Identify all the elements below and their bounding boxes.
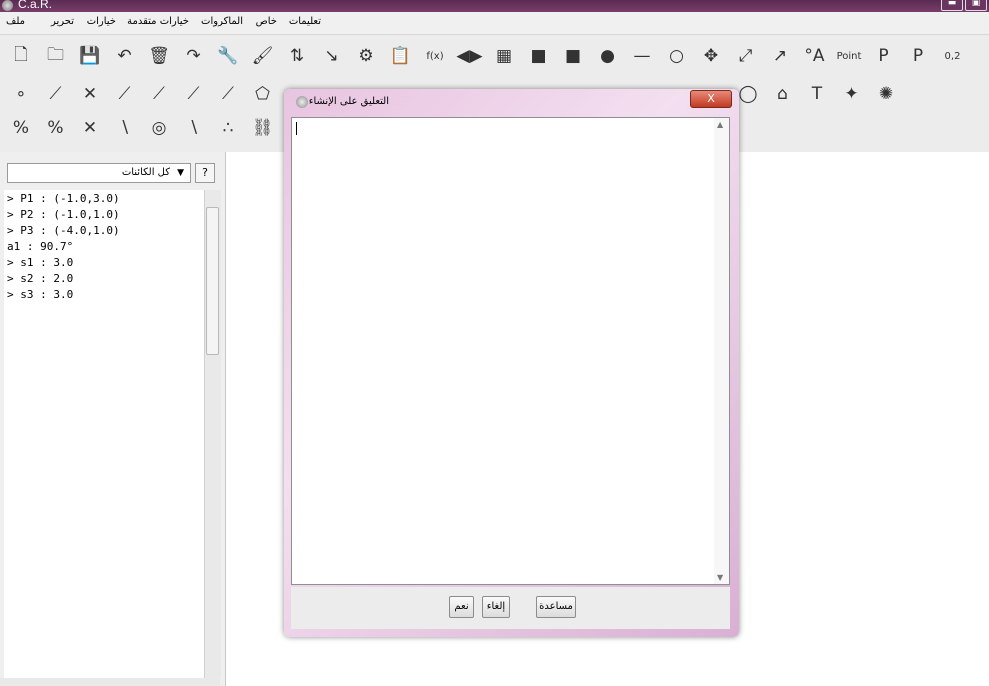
intersection-tool-icon[interactable]: ✕ [77, 81, 103, 107]
delete-icon[interactable]: 🗑 [146, 43, 172, 69]
circle-icon[interactable]: ○ [664, 43, 690, 69]
film-icon[interactable]: ▦ [491, 43, 517, 69]
ray-tool-icon[interactable]: ⟋ [146, 81, 172, 107]
function-icon[interactable]: f(x) [422, 43, 448, 69]
dialog-app-icon [296, 96, 308, 108]
vector-tool-icon[interactable]: ⟋ [215, 81, 241, 107]
maximize-button[interactable]: ▣ [965, 0, 987, 11]
minimize-button[interactable]: ▬ [941, 0, 963, 11]
dialog-help-button[interactable]: مساعدة [536, 596, 576, 618]
object-filter-value: كل الكائنات [121, 167, 170, 178]
object-list-scrollbar[interactable] [204, 190, 221, 678]
transform-icon[interactable]: ✥ [698, 43, 724, 69]
list-item[interactable]: a1 : 90.7° [7, 240, 73, 253]
large-p-icon[interactable]: P [871, 43, 897, 69]
dialog-close-button[interactable]: X [690, 90, 732, 108]
small-p-icon[interactable]: P [905, 43, 931, 69]
menu-edit[interactable]: تحرير [51, 16, 74, 27]
cancel-button[interactable]: إلغاء [482, 596, 510, 618]
midpoint-tool-icon[interactable]: % [8, 115, 34, 141]
perpendicular-tool-icon[interactable]: % [43, 115, 69, 141]
point-name-icon[interactable]: Point [836, 43, 862, 69]
macro-icon[interactable]: ⚙ [353, 43, 379, 69]
window-controls: ▬ ▣ [941, 0, 987, 11]
text-tool-icon[interactable]: T [804, 81, 830, 107]
menu-file[interactable]: ملف [6, 16, 25, 27]
list-item[interactable]: > P3 : (-4.0,1.0) [7, 224, 120, 237]
open-file-icon[interactable]: 🗀 [43, 43, 69, 69]
dialog-title: التعليق على الإنشاء [308, 96, 389, 107]
filled-square-icon[interactable]: ■ [526, 43, 552, 69]
redo-icon[interactable]: ↷ [181, 43, 207, 69]
circle-center-tool-icon[interactable]: ◎ [146, 115, 172, 141]
move-point-icon[interactable]: ↘ [319, 43, 345, 69]
clipboard-icon[interactable]: 📋 [388, 43, 414, 69]
list-item[interactable]: > P1 : (-1.0,3.0) [7, 192, 120, 205]
object-panel: كل الكائنات ▼ ? > P1 : (-1.0,3.0) > P2 :… [0, 152, 226, 686]
area-tool-icon[interactable]: ⌂ [770, 81, 796, 107]
window-title: C.a.R. [18, 0, 53, 11]
parallel-tool-icon[interactable]: ⟋ [181, 81, 207, 107]
point-label-icon[interactable]: °A [802, 43, 828, 69]
textarea-scrollbar[interactable]: ▲ ▼ [714, 118, 729, 584]
list-item[interactable]: > s3 : 3.0 [7, 288, 73, 301]
ok-button[interactable]: نعم [449, 596, 474, 618]
menu-special[interactable]: خاص [256, 16, 277, 27]
line-tool-icon[interactable]: ⟋ [112, 81, 138, 107]
menu-options[interactable]: خيارات [87, 16, 116, 27]
point-tool-icon[interactable]: ∘ [8, 81, 34, 107]
comment-textarea[interactable]: ▲ ▼ [291, 117, 730, 585]
cross-tool-icon[interactable]: ✕ [77, 115, 103, 141]
paint-icon[interactable]: 🖌 [250, 43, 276, 69]
wrench-icon[interactable]: 🔧 [215, 43, 241, 69]
scrollbar-thumb[interactable] [206, 207, 219, 355]
line-style-icon[interactable]: — [629, 43, 655, 69]
object-list[interactable]: > P1 : (-1.0,3.0) > P2 : (-1.0,1.0) > P3… [4, 190, 204, 680]
polygon-tool-icon[interactable]: ⬠ [250, 81, 276, 107]
menu-bar: ملف تحرير خيارات خيارات متقدمة الماكروات… [0, 12, 989, 35]
list-item[interactable]: > P2 : (-1.0,1.0) [7, 208, 120, 221]
settings-gear-icon[interactable]: ✺ [873, 81, 899, 107]
double-arrow-icon[interactable]: ⤢ [733, 43, 759, 69]
object-filter-select[interactable]: كل الكائنات ▼ [7, 163, 191, 183]
magic-wand-icon[interactable]: ✦ [839, 81, 865, 107]
list-item[interactable]: > s2 : 2.0 [7, 272, 73, 285]
menu-advanced-options[interactable]: خيارات متقدمة [127, 16, 189, 27]
segment-tool-icon[interactable]: ⟋ [43, 81, 69, 107]
reflection-tool-icon[interactable]: ∖ [181, 115, 207, 141]
chain-tool-icon[interactable]: ⛓ [250, 115, 276, 141]
dialog-button-row: نعم إلغاء مساعدة [291, 587, 730, 629]
scroll-up-icon[interactable]: ▲ [717, 120, 723, 129]
coordinate-icon[interactable]: 0,2 [940, 43, 966, 69]
window-titlebar: C.a.R. ▬ ▣ [0, 0, 989, 12]
dialog-titlebar: التعليق على الإنشاء X [284, 89, 739, 117]
reflect-icon[interactable]: ◀▶ [456, 43, 482, 69]
help-button[interactable]: ? [195, 163, 215, 183]
save-icon[interactable]: 💾 [77, 43, 103, 69]
angle-tool-icon[interactable]: ∖ [112, 115, 138, 141]
undo-icon[interactable]: ↶ [112, 43, 138, 69]
arrow-icon[interactable]: ↗ [767, 43, 793, 69]
text-caret [296, 122, 297, 135]
new-file-icon[interactable]: 🗋 [8, 43, 34, 69]
list-item[interactable]: > s1 : 3.0 [7, 256, 73, 269]
menu-macros[interactable]: الماكروات [201, 16, 243, 27]
menu-help[interactable]: تعليمات [289, 16, 321, 27]
object-list-hscrollbar[interactable] [0, 678, 220, 686]
chevron-down-icon: ▼ [177, 168, 184, 178]
scroll-down-icon[interactable]: ▼ [717, 573, 723, 582]
locus-tool-icon[interactable]: ∴ [215, 115, 241, 141]
comment-dialog: التعليق على الإنشاء X ▲ ▼ نعم إلغاء مساع… [284, 89, 739, 637]
black-square-icon[interactable]: ■ [560, 43, 586, 69]
sort-az-icon[interactable]: ⇅ [284, 43, 310, 69]
dot-icon[interactable]: ● [595, 43, 621, 69]
app-icon [2, 0, 13, 11]
